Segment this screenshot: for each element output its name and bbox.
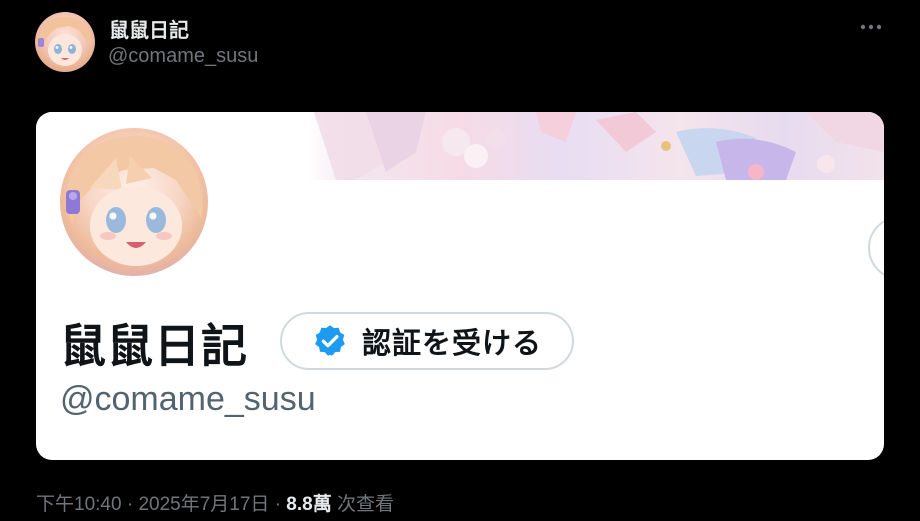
post-date[interactable]: 2025年7月17日 (138, 494, 269, 515)
views-count[interactable]: 8.8萬 (286, 494, 331, 515)
verified-badge-icon (315, 325, 345, 356)
get-verified-label: 認証を受ける (362, 328, 543, 360)
card-display-name: 鼠鼠日記 (60, 320, 248, 372)
more-horizontal-icon (860, 24, 882, 30)
card-edge-button (868, 216, 884, 280)
more-options-button[interactable] (858, 14, 884, 40)
meta-separator-2: · (274, 494, 282, 515)
profile-card-image[interactable]: 鼠鼠日記 認証を受ける @comame_susu (36, 112, 884, 460)
views-label: 次查看 (337, 494, 395, 515)
anime-girl-avatar-large-image (65, 135, 203, 266)
post-meta: 下午10:40 · 2025年7月17日 · 8.8萬 次查看 (36, 489, 394, 516)
author-handle[interactable]: @comame_susu (108, 45, 258, 68)
meta-separator: · (126, 494, 134, 515)
post-time[interactable]: 下午10:40 (36, 494, 122, 515)
card-profile-avatar (56, 124, 212, 280)
author-avatar[interactable] (35, 12, 95, 72)
author-display-name[interactable]: 鼠鼠日記 (109, 14, 189, 43)
anime-girl-avatar-image (38, 16, 92, 66)
card-handle: @comame_susu (60, 380, 316, 418)
get-verified-button: 認証を受ける (280, 312, 574, 370)
